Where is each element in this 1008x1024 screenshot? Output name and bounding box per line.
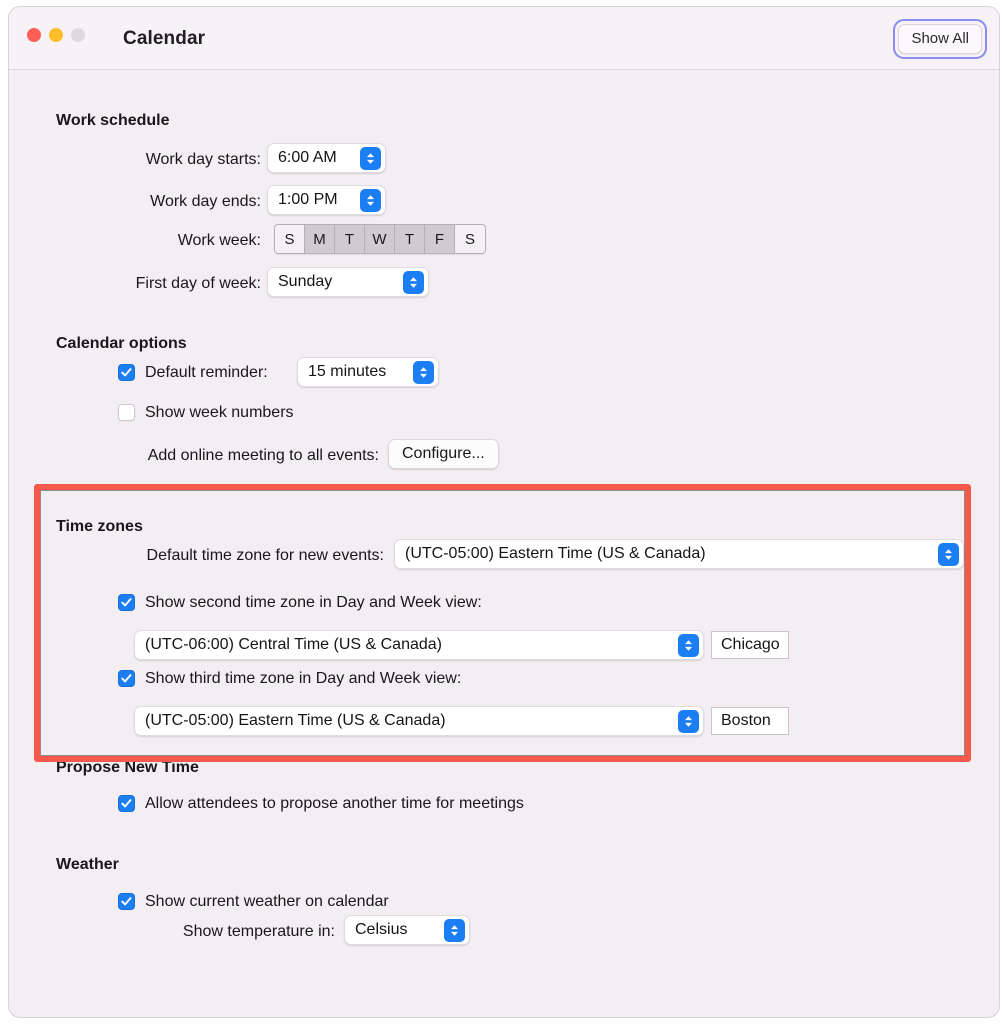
chevron-updown-icon[interactable]: [678, 633, 699, 657]
minimize-window-icon[interactable]: [49, 28, 63, 42]
work-week-day-tuesday[interactable]: T: [335, 225, 365, 253]
work-day-ends-popup[interactable]: 1:00 PM: [267, 185, 386, 215]
window-title: Calendar: [123, 28, 206, 49]
show-all-focus-ring: Show All: [893, 19, 987, 59]
second-time-zone-checkbox[interactable]: [118, 594, 135, 611]
third-time-zone-checkbox[interactable]: [118, 670, 135, 687]
default-time-zone-value: (UTC-05:00) Eastern Time (US & Canada): [405, 545, 706, 562]
work-week-day-sunday[interactable]: S: [275, 225, 305, 253]
work-day-ends-label: Work day ends:: [150, 193, 261, 210]
show-temperature-value: Celsius: [355, 921, 408, 938]
work-week-label: Work week:: [177, 232, 261, 249]
default-reminder-value: 15 minutes: [308, 363, 387, 380]
work-day-starts-popup[interactable]: 6:00 AM: [267, 143, 386, 173]
work-day-starts-value: 6:00 AM: [278, 149, 337, 166]
default-reminder-label: Default reminder:: [145, 364, 268, 381]
third-time-zone-value: (UTC-05:00) Eastern Time (US & Canada): [145, 712, 446, 729]
default-reminder-popup[interactable]: 15 minutes: [297, 357, 439, 387]
close-window-icon[interactable]: [27, 28, 41, 42]
configure-button[interactable]: Configure...: [388, 439, 499, 469]
second-time-zone-popup[interactable]: (UTC-06:00) Central Time (US & Canada): [134, 630, 704, 660]
show-weather-checkbox[interactable]: [118, 893, 135, 910]
section-title-weather: Weather: [56, 856, 119, 873]
chevron-updown-icon[interactable]: [360, 146, 381, 170]
add-online-meeting-label: Add online meeting to all events:: [147, 447, 379, 464]
work-week-day-saturday[interactable]: S: [455, 225, 485, 253]
third-time-zone-label: Show third time zone in Day and Week vie…: [145, 670, 462, 687]
second-time-zone-city-field[interactable]: Chicago: [711, 631, 789, 659]
chevron-updown-icon[interactable]: [444, 918, 465, 942]
default-reminder-checkbox[interactable]: [118, 364, 135, 381]
work-week-day-thursday[interactable]: T: [395, 225, 425, 253]
second-time-zone-value: (UTC-06:00) Central Time (US & Canada): [145, 636, 442, 653]
first-day-of-week-value: Sunday: [278, 273, 333, 290]
section-title-calendar-options: Calendar options: [56, 335, 187, 352]
show-week-numbers-label: Show week numbers: [145, 404, 294, 421]
default-time-zone-popup[interactable]: (UTC-05:00) Eastern Time (US & Canada): [394, 539, 964, 569]
allow-propose-time-checkbox[interactable]: [118, 795, 135, 812]
show-week-numbers-checkbox[interactable]: [118, 404, 135, 421]
work-week-day-friday[interactable]: F: [425, 225, 455, 253]
window-titlebar: Calendar Show All: [9, 7, 999, 70]
chevron-updown-icon[interactable]: [413, 360, 434, 384]
traffic-light-group: [27, 28, 85, 42]
work-day-ends-value: 1:00 PM: [278, 191, 338, 208]
chevron-updown-icon[interactable]: [403, 270, 424, 294]
show-temperature-label: Show temperature in:: [182, 923, 335, 940]
first-day-of-week-label: First day of week:: [135, 275, 261, 292]
allow-propose-time-label: Allow attendees to propose another time …: [145, 795, 524, 812]
default-time-zone-label: Default time zone for new events:: [146, 547, 384, 564]
second-time-zone-label: Show second time zone in Day and Week vi…: [145, 594, 482, 611]
show-temperature-popup[interactable]: Celsius: [344, 915, 470, 945]
third-time-zone-popup[interactable]: (UTC-05:00) Eastern Time (US & Canada): [134, 706, 704, 736]
work-week-segmented-control[interactable]: S M T W T F S: [274, 224, 486, 254]
chevron-updown-icon[interactable]: [360, 188, 381, 212]
third-time-zone-city-field[interactable]: Boston: [711, 707, 789, 735]
show-weather-label: Show current weather on calendar: [145, 893, 389, 910]
work-week-day-monday[interactable]: M: [305, 225, 335, 253]
section-title-time-zones: Time zones: [56, 518, 143, 535]
section-title-work-schedule: Work schedule: [56, 112, 170, 129]
show-all-button[interactable]: Show All: [898, 24, 982, 54]
chevron-updown-icon[interactable]: [678, 709, 699, 733]
zoom-window-icon: [71, 28, 85, 42]
calendar-preferences-window: Calendar Show All Work schedule Work day…: [8, 6, 1000, 1018]
preferences-content: Work schedule Work day starts: 6:00 AM W…: [9, 70, 999, 1017]
chevron-updown-icon[interactable]: [938, 542, 959, 566]
section-title-propose-new-time: Propose New Time: [56, 759, 199, 776]
first-day-of-week-popup[interactable]: Sunday: [267, 267, 429, 297]
work-day-starts-label: Work day starts:: [145, 151, 261, 168]
work-week-day-wednesday[interactable]: W: [365, 225, 395, 253]
